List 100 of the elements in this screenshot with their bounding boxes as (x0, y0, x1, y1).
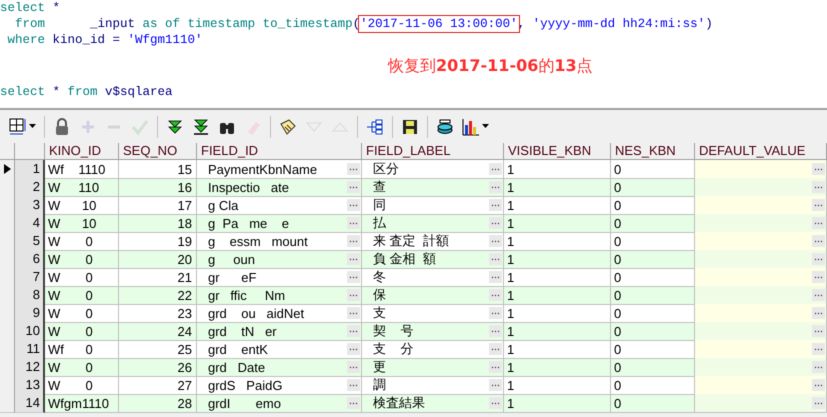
ellipsis-icon[interactable] (491, 204, 500, 206)
arrow-down-bar-icon[interactable] (192, 118, 210, 136)
row-number[interactable]: 8 (15, 286, 45, 305)
row-number[interactable]: 13 (15, 376, 45, 395)
table-cell: grdS PaidG (208, 378, 282, 392)
bar-chart-icon[interactable] (462, 118, 480, 136)
row-number[interactable]: 10 (15, 322, 45, 341)
ellipsis-icon[interactable] (349, 222, 358, 224)
ellipsis-icon[interactable] (814, 312, 823, 314)
double-arrow-down-icon[interactable] (166, 118, 184, 136)
table-row[interactable]: 5 W 0 19 g essm mount 来 査定 計額 1 0 (0, 232, 827, 250)
lock-icon[interactable] (53, 118, 71, 136)
database-icon[interactable] (436, 118, 454, 136)
table-cell: 検査結果 (373, 394, 425, 412)
ellipsis-icon[interactable] (349, 258, 358, 260)
row-number[interactable]: 4 (15, 214, 45, 233)
table-cell: 負 金相 額 (373, 250, 436, 268)
ellipsis-icon[interactable] (349, 276, 358, 278)
ellipsis-icon[interactable] (814, 366, 823, 368)
ellipsis-icon[interactable] (814, 258, 823, 260)
ellipsis-icon[interactable] (349, 348, 358, 350)
table-row[interactable]: 13 W 0 27 grdS PaidG 調 1 0 (0, 376, 827, 394)
save-icon[interactable] (401, 118, 419, 136)
row-number[interactable]: 3 (15, 196, 45, 215)
row-number[interactable]: 9 (15, 304, 45, 323)
row-number[interactable]: 7 (15, 268, 45, 287)
ellipsis-icon[interactable] (491, 258, 500, 260)
grid-icon[interactable] (9, 118, 27, 136)
table-row[interactable]: 6 W 0 20 g oun 負 金相 額 1 0 (0, 250, 827, 268)
table-row[interactable]: 7 W 0 21 gr eF 冬 1 0 (0, 268, 827, 286)
notes-icon[interactable] (279, 118, 297, 136)
table-cell: 0 (614, 396, 622, 410)
table-cell: W 0 (48, 270, 93, 284)
row-indicator-cell[interactable] (0, 394, 15, 413)
ellipsis-icon[interactable] (349, 330, 358, 332)
ellipsis-icon[interactable] (491, 348, 500, 350)
ellipsis-icon[interactable] (491, 168, 500, 170)
ellipsis-icon[interactable] (814, 240, 823, 242)
row-number[interactable]: 6 (15, 250, 45, 269)
table-cell: PaymentKbnName (208, 162, 318, 176)
ellipsis-icon[interactable] (814, 186, 823, 188)
row-number[interactable]: 14 (15, 394, 45, 413)
ellipsis-icon[interactable] (491, 312, 500, 314)
table-row[interactable]: 11 Wf 0 25 grd entK 支 分 1 0 (0, 340, 827, 358)
table-row[interactable]: 14 Wfgm1110 28 grdI emo 検査結果 1 0 (0, 394, 827, 412)
table-row[interactable]: 9 W 0 23 grd ou aidNet 支 1 0 (0, 304, 827, 322)
table-cell: 1 (507, 378, 514, 392)
ellipsis-icon[interactable] (349, 312, 358, 314)
ellipsis-icon[interactable] (491, 240, 500, 242)
table-cell: W 0 (48, 252, 93, 266)
row-number[interactable]: 5 (15, 232, 45, 251)
table-row[interactable]: 10 W 0 24 grd tN er 契 号 1 0 (0, 322, 827, 340)
ellipsis-icon[interactable] (349, 294, 358, 296)
tree-icon[interactable] (366, 118, 384, 136)
table-row[interactable]: 1 Wf 1110 15 PaymentKbnName 区分 1 0 (0, 160, 827, 178)
ellipsis-icon[interactable] (491, 330, 500, 332)
ellipsis-icon[interactable] (814, 168, 823, 170)
row-number[interactable]: 2 (15, 178, 45, 197)
ellipsis-icon[interactable] (349, 240, 358, 242)
row-indicator-cell[interactable] (0, 160, 15, 179)
ellipsis-icon[interactable] (491, 366, 500, 368)
table-cell: grdI emo (208, 396, 281, 410)
table-cell: 0 (614, 252, 622, 266)
ellipsis-icon[interactable] (491, 402, 500, 404)
ellipsis-icon[interactable] (814, 348, 823, 350)
ellipsis-icon[interactable] (349, 366, 358, 368)
row-number[interactable]: 12 (15, 358, 45, 377)
table-row[interactable]: 12 W 0 26 grd Date 更 1 0 (0, 358, 827, 376)
ellipsis-icon[interactable] (491, 186, 500, 188)
ellipsis-icon[interactable] (349, 402, 358, 404)
table-cell: W 0 (48, 360, 93, 374)
ellipsis-icon[interactable] (814, 294, 823, 296)
ellipsis-icon[interactable] (491, 294, 500, 296)
table-cell: 20 (178, 252, 192, 266)
row-number[interactable]: 11 (15, 340, 45, 359)
table-cell: grd tN er (208, 324, 277, 338)
ellipsis-icon[interactable] (349, 384, 358, 386)
caret-icon[interactable] (482, 124, 489, 129)
ellipsis-icon[interactable] (349, 168, 358, 170)
table-row[interactable]: 2 W 110 16 Inspectio ate 查 1 0 (0, 178, 827, 196)
ellipsis-icon[interactable] (814, 204, 823, 206)
table-cell: 保 (373, 286, 386, 304)
table-row[interactable]: 8 W 0 22 gr ffic Nm 保 1 0 (0, 286, 827, 304)
ellipsis-icon[interactable] (491, 384, 500, 386)
row-number[interactable]: 1 (15, 160, 45, 179)
table-cell: 1 (507, 162, 514, 176)
ellipsis-icon[interactable] (814, 222, 823, 224)
ellipsis-icon[interactable] (491, 276, 500, 278)
table-row[interactable]: 4 W 10 18 g Pa me e 払 1 0 (0, 214, 827, 232)
ellipsis-icon[interactable] (814, 276, 823, 278)
ellipsis-icon[interactable] (814, 330, 823, 332)
ellipsis-icon[interactable] (814, 384, 823, 386)
caret-icon[interactable] (29, 124, 36, 129)
ellipsis-icon[interactable] (349, 186, 358, 188)
ellipsis-icon[interactable] (814, 402, 823, 404)
table-cell: 同 (373, 196, 386, 214)
table-row[interactable]: 3 W 10 17 g Cla 同 1 0 (0, 196, 827, 214)
ellipsis-icon[interactable] (349, 204, 358, 206)
table-cell: W 0 (48, 234, 93, 248)
ellipsis-icon[interactable] (491, 222, 500, 224)
